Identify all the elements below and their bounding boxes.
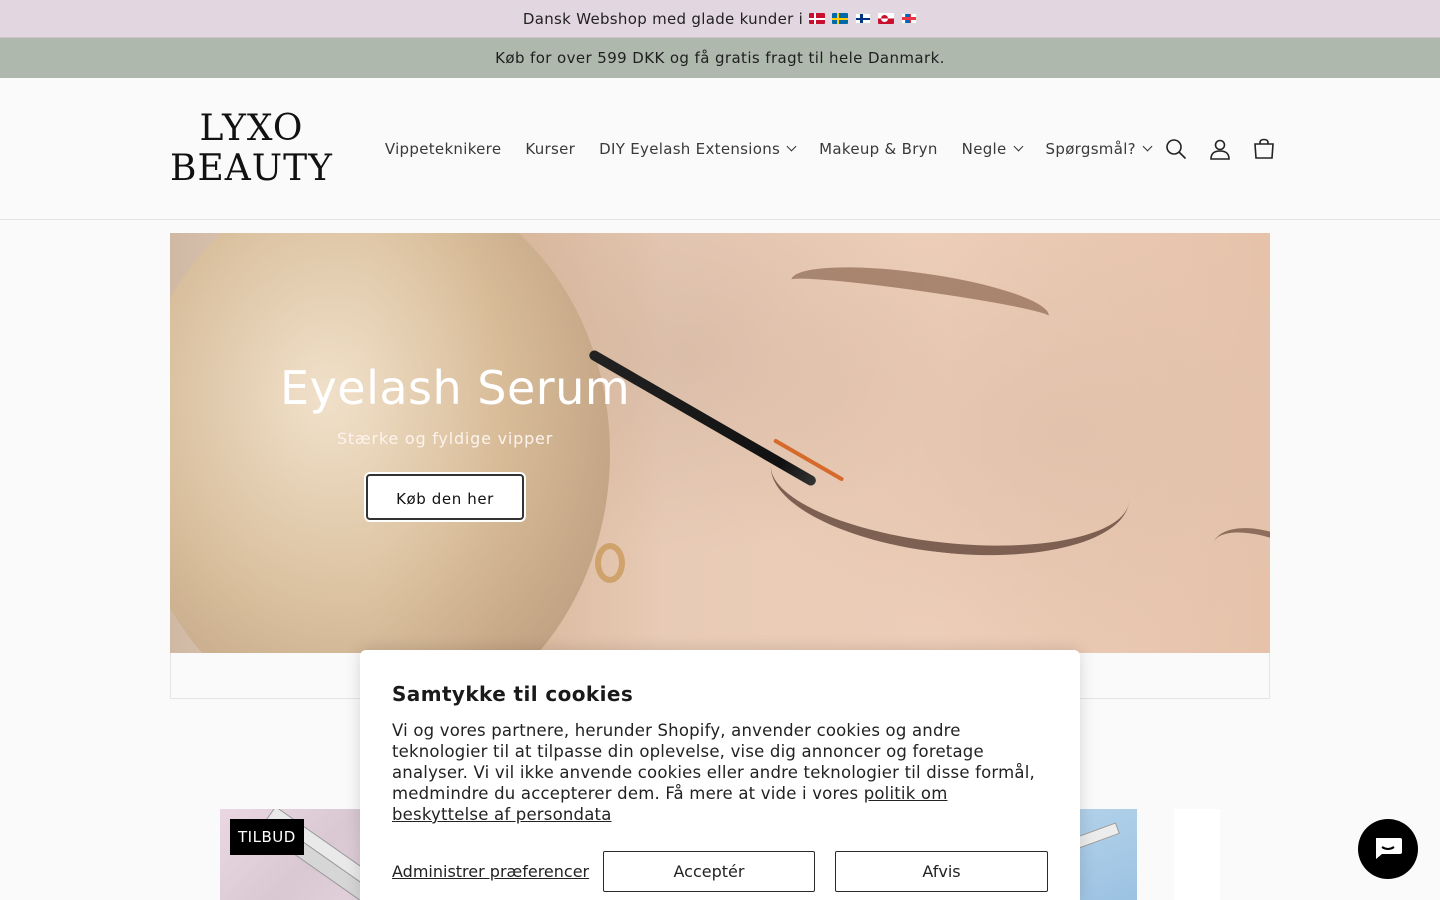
se-flag-icon (832, 13, 849, 24)
site-header: LYXO BEAUTY Vippeteknikere Kurser DIY Ey… (0, 78, 1440, 220)
nav-label: Vippeteknikere (384, 139, 502, 158)
cookie-consent-banner: Samtykke til cookies Vi og vores partner… (360, 650, 1080, 900)
nav-item-diy-eyelash[interactable]: DIY Eyelash Extensions (587, 140, 807, 158)
header-icons (1163, 136, 1277, 162)
chat-button[interactable] (1358, 819, 1418, 879)
cookie-actions: Administrer præferencer Acceptér Afvis (392, 851, 1048, 892)
hero-image-earring (595, 543, 625, 583)
product-card[interactable]: TILBUD (220, 809, 370, 900)
sale-badge: TILBUD (230, 819, 304, 855)
cart-icon[interactable] (1251, 136, 1277, 162)
nav-label: Kurser (525, 139, 576, 158)
hero-image-eyelid (763, 394, 1137, 572)
nav-item-kurser[interactable]: Kurser (513, 140, 587, 158)
shipping-text: Køb for over 599 DKK og få gratis fragt … (495, 49, 945, 67)
nav-item-negle[interactable]: Negle (950, 140, 1034, 158)
decline-button[interactable]: Afvis (835, 851, 1048, 892)
nav-item-spoergsmaal[interactable]: Spørgsmål? (1034, 140, 1163, 158)
nav-label: Spørgsmål? (1045, 139, 1136, 158)
announcement-bar-top: Dansk Webshop med glade kunder i (0, 0, 1440, 38)
dk-flag-icon (809, 13, 826, 24)
flag-list (809, 13, 918, 24)
hero-content: Eyelash Serum Stærke og fyldige vipper K… (280, 361, 630, 520)
account-icon[interactable] (1207, 136, 1233, 162)
accept-button[interactable]: Acceptér (603, 851, 815, 892)
nav-item-makeup-bryn[interactable]: Makeup & Bryn (807, 140, 950, 158)
announcement-text: Dansk Webshop med glade kunder i (522, 9, 804, 28)
logo[interactable]: LYXO BEAUTY (170, 109, 333, 188)
nav-label: Makeup & Bryn (819, 139, 938, 158)
chevron-down-icon (1142, 141, 1153, 151)
manage-preferences-link[interactable]: Administrer præferencer (392, 862, 603, 881)
main-nav: Vippeteknikere Kurser DIY Eyelash Extens… (373, 140, 1163, 158)
nav-label: DIY Eyelash Extensions (599, 139, 781, 158)
hero-image-lash (1203, 514, 1270, 612)
logo-line2: BEAUTY (170, 147, 333, 189)
fi-flag-icon (855, 13, 872, 24)
nav-label: Negle (961, 139, 1007, 158)
hero-title: Eyelash Serum (280, 361, 631, 415)
announcement-bar-shipping: Køb for over 599 DKK og få gratis fragt … (0, 38, 1440, 78)
cookie-text: Vi og vores partnere, herunder Shopify, … (392, 720, 1048, 825)
cookie-title: Samtykke til cookies (392, 682, 634, 706)
nav-item-vippeteknikere[interactable]: Vippeteknikere (373, 140, 514, 158)
logo-line1: LYXO (199, 107, 304, 149)
chat-icon (1376, 838, 1402, 859)
search-icon[interactable] (1163, 136, 1189, 162)
chevron-down-icon (1013, 141, 1023, 151)
hero-banner: Eyelash Serum Stærke og fyldige vipper K… (170, 233, 1270, 653)
gl-flag-icon (878, 13, 895, 24)
hero-subtitle: Stærke og fyldige vipper (336, 429, 554, 448)
product-card[interactable] (1174, 809, 1220, 900)
fo-flag-icon (901, 13, 918, 24)
hero-image-brow (787, 255, 1053, 341)
chevron-down-icon (786, 141, 797, 151)
hero-cta-button[interactable]: Køb den her (366, 474, 524, 520)
